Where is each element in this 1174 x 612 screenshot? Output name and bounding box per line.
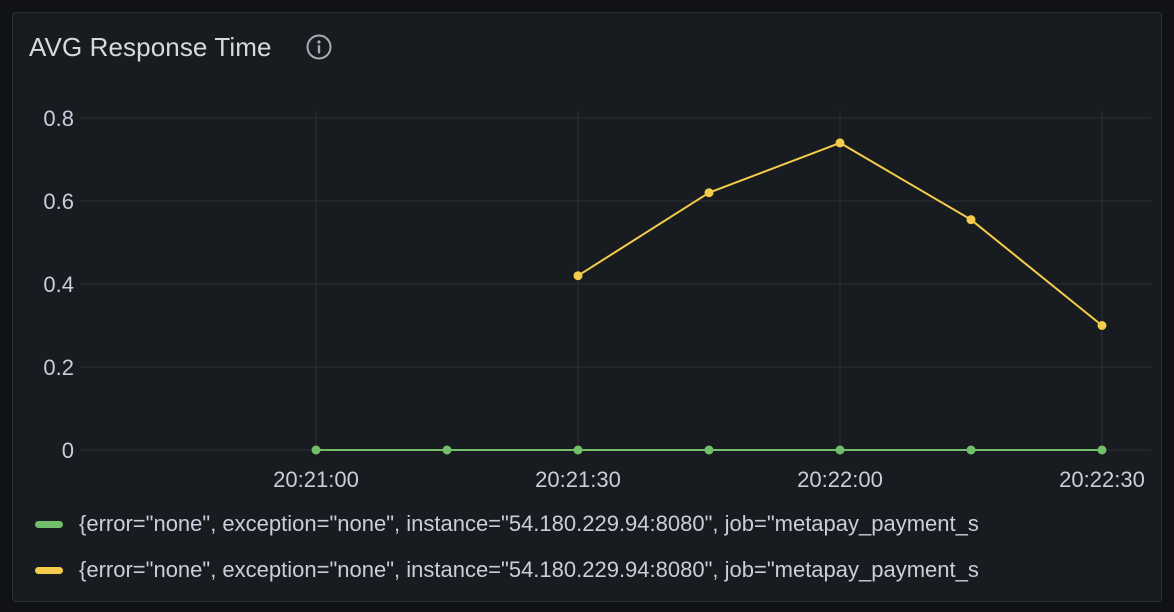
data-point (573, 271, 583, 281)
chart: 0 0.2 0.4 0.6 0.8 20:21:00 20:21:30 20:22:00 20:… (43, 106, 1151, 492)
data-point (311, 445, 321, 455)
data-point (1097, 445, 1107, 455)
legend-label: {error="none", exception="none", instanc… (79, 557, 979, 582)
legend-item[interactable]: {error="none", exception="none", instanc… (35, 547, 1159, 593)
y-tick-label: 0.8 (43, 106, 74, 131)
legend-item[interactable]: {error="none", exception="none", instanc… (35, 501, 1159, 547)
x-tick-label: 20:21:30 (535, 467, 621, 492)
x-tick-label: 20:21:00 (273, 467, 359, 492)
data-point (704, 188, 714, 198)
data-point (835, 445, 845, 455)
legend-label: {error="none", exception="none", instanc… (79, 511, 979, 536)
data-point (966, 445, 976, 455)
data-point (835, 138, 845, 148)
y-tick-label: 0 (62, 438, 74, 463)
legend: {error="none", exception="none", instanc… (35, 501, 1159, 593)
panel: AVG Response Time 0 0.2 0.4 0.6 0.8 20:21:00 2… (12, 12, 1162, 602)
legend-swatch (35, 566, 63, 574)
legend-swatch (35, 520, 63, 528)
y-tick-label: 0.4 (43, 272, 74, 297)
data-point (573, 445, 583, 455)
x-tick-label: 20:22:00 (797, 467, 883, 492)
data-point (966, 215, 976, 225)
data-point (442, 445, 452, 455)
data-point (1097, 321, 1107, 330)
data-point (704, 445, 714, 455)
y-tick-label: 0.6 (43, 189, 74, 214)
y-tick-label: 0.2 (43, 355, 74, 380)
x-tick-label: 20:22:30 (1059, 467, 1145, 492)
